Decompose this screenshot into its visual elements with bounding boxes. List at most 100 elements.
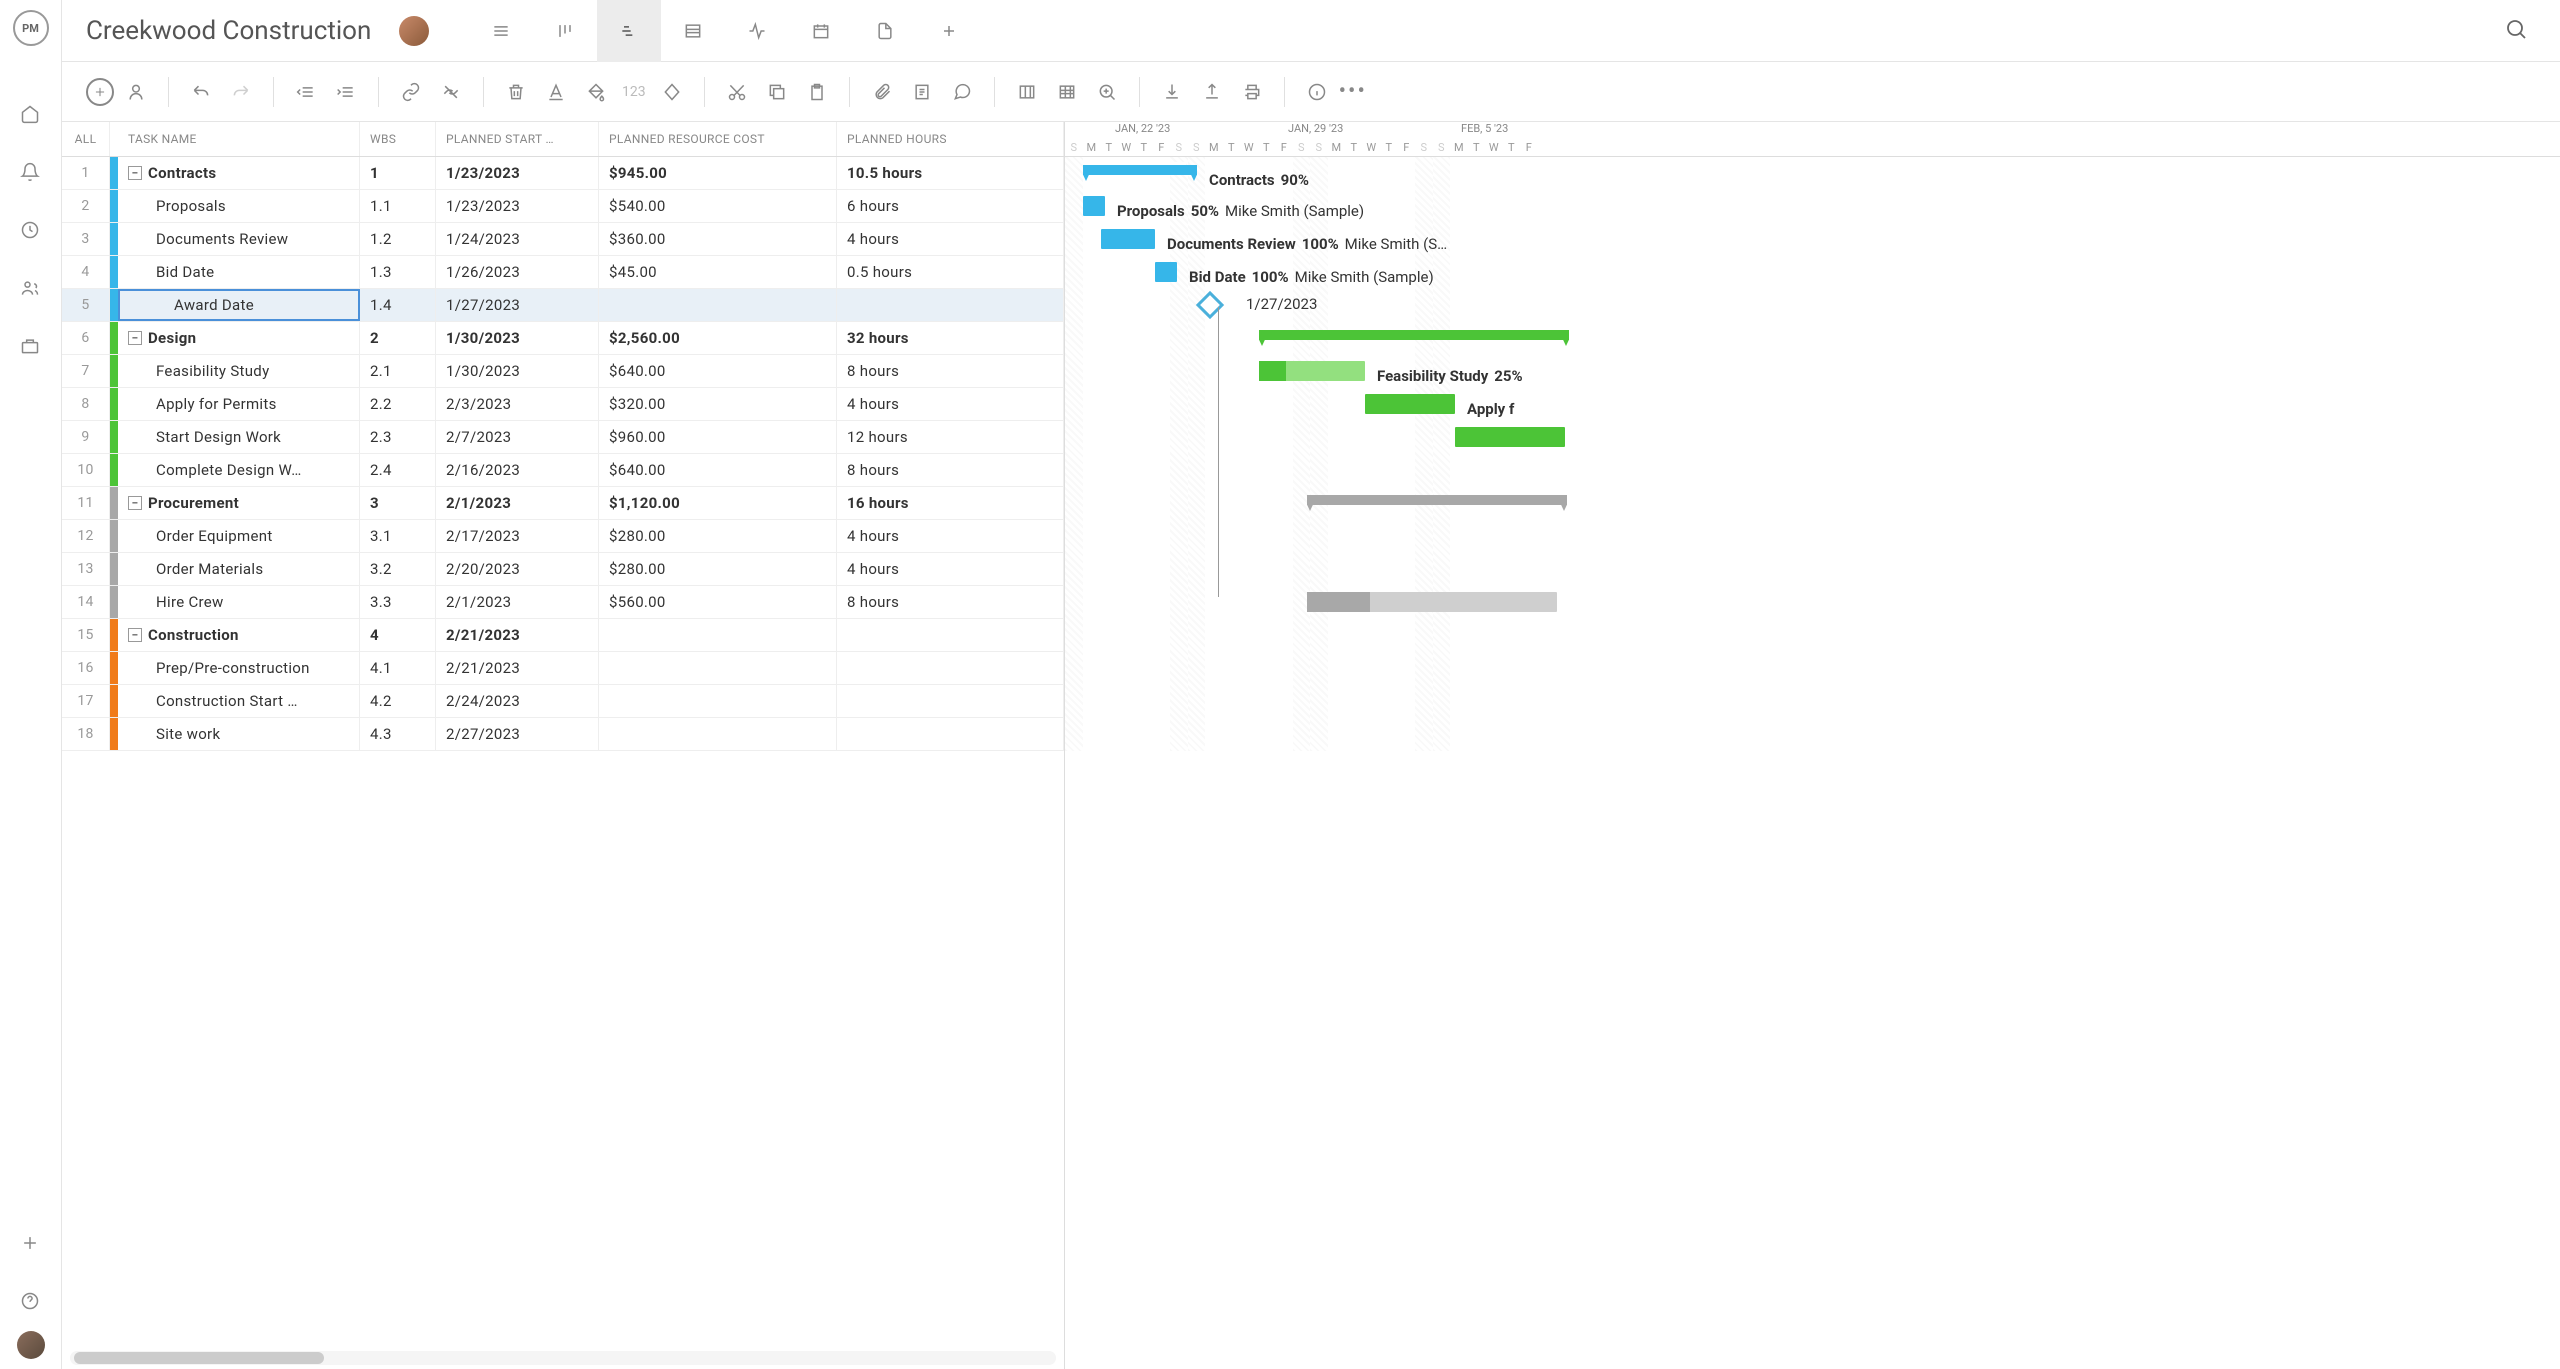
cell-start[interactable]: 2/21/2023: [436, 652, 599, 684]
app-logo[interactable]: PM: [13, 10, 49, 46]
cell-hours[interactable]: 4 hours: [837, 520, 1064, 552]
cell-start[interactable]: 1/27/2023: [436, 289, 599, 321]
cell-cost[interactable]: $320.00: [599, 388, 837, 420]
help-icon[interactable]: [20, 1291, 42, 1313]
cell-cost[interactable]: [599, 619, 837, 651]
columns-button[interactable]: [1009, 74, 1045, 110]
outdent-button[interactable]: [288, 74, 324, 110]
number-format-button[interactable]: 123: [618, 84, 650, 100]
cell-wbs[interactable]: 4.1: [360, 652, 436, 684]
cell-hours[interactable]: 8 hours: [837, 454, 1064, 486]
table-row[interactable]: 8Apply for Permits2.22/3/2023$320.004 ho…: [62, 388, 1064, 421]
gantt-bar[interactable]: Documents Review100%Mike Smith (S…: [1101, 229, 1155, 249]
grid-button[interactable]: [1049, 74, 1085, 110]
view-add-icon[interactable]: [917, 0, 981, 62]
table-row[interactable]: 16Prep/Pre-construction4.12/21/2023: [62, 652, 1064, 685]
gantt-row[interactable]: Documents Review100%Mike Smith (S…: [1065, 223, 2560, 256]
view-list-icon[interactable]: [469, 0, 533, 62]
task-name-cell[interactable]: Order Equipment: [118, 520, 360, 552]
cell-start[interactable]: 2/17/2023: [436, 520, 599, 552]
import-button[interactable]: [1154, 74, 1190, 110]
cell-hours[interactable]: 4 hours: [837, 553, 1064, 585]
cell-start[interactable]: 1/26/2023: [436, 256, 599, 288]
cell-start[interactable]: 2/16/2023: [436, 454, 599, 486]
task-name-cell[interactable]: Proposals: [118, 190, 360, 222]
cell-wbs[interactable]: 4: [360, 619, 436, 651]
table-row[interactable]: 18Site work4.32/27/2023: [62, 718, 1064, 751]
copy-button[interactable]: [759, 74, 795, 110]
clock-icon[interactable]: [20, 220, 42, 242]
attachment-button[interactable]: [864, 74, 900, 110]
cell-wbs[interactable]: 4.3: [360, 718, 436, 750]
cell-wbs[interactable]: 2.1: [360, 355, 436, 387]
cell-wbs[interactable]: 2.2: [360, 388, 436, 420]
gantt-bar[interactable]: Proposals50%Mike Smith (Sample): [1083, 196, 1105, 216]
indent-button[interactable]: [328, 74, 364, 110]
task-name-cell[interactable]: −Construction: [118, 619, 360, 651]
cell-start[interactable]: 1/30/2023: [436, 355, 599, 387]
milestone-button[interactable]: [654, 74, 690, 110]
delete-button[interactable]: [498, 74, 534, 110]
gantt-row[interactable]: Proposals50%Mike Smith (Sample): [1065, 190, 2560, 223]
table-row[interactable]: 7Feasibility Study2.11/30/2023$640.008 h…: [62, 355, 1064, 388]
link-button[interactable]: [393, 74, 429, 110]
table-row[interactable]: 11−Procurement32/1/2023$1,120.0016 hours: [62, 487, 1064, 520]
cell-wbs[interactable]: 3.1: [360, 520, 436, 552]
gantt-bar[interactable]: Feasibility Study25%: [1259, 361, 1365, 381]
cell-cost[interactable]: $360.00: [599, 223, 837, 255]
cell-cost[interactable]: $640.00: [599, 454, 837, 486]
table-row[interactable]: 4Bid Date1.31/26/2023$45.000.5 hours: [62, 256, 1064, 289]
briefcase-icon[interactable]: [20, 336, 42, 358]
print-button[interactable]: [1234, 74, 1270, 110]
col-header-hours[interactable]: PLANNED HOURS: [837, 122, 1064, 156]
cell-wbs[interactable]: 2.4: [360, 454, 436, 486]
task-name-cell[interactable]: −Contracts: [118, 157, 360, 189]
col-header-cost[interactable]: PLANNED RESOURCE COST: [599, 122, 837, 156]
cell-cost[interactable]: $280.00: [599, 553, 837, 585]
gantt-row[interactable]: Bid Date100%Mike Smith (Sample): [1065, 256, 2560, 289]
cell-hours[interactable]: 16 hours: [837, 487, 1064, 519]
redo-button[interactable]: [223, 74, 259, 110]
task-name-cell[interactable]: Apply for Permits: [118, 388, 360, 420]
task-name-cell[interactable]: Site work: [118, 718, 360, 750]
col-header-start[interactable]: PLANNED START …: [436, 122, 599, 156]
cell-hours[interactable]: [837, 289, 1064, 321]
task-name-cell[interactable]: Documents Review: [118, 223, 360, 255]
cell-hours[interactable]: 12 hours: [837, 421, 1064, 453]
cell-wbs[interactable]: 1.2: [360, 223, 436, 255]
cell-start[interactable]: 1/23/2023: [436, 190, 599, 222]
cell-start[interactable]: 2/20/2023: [436, 553, 599, 585]
cell-cost[interactable]: $45.00: [599, 256, 837, 288]
view-sheet-icon[interactable]: [661, 0, 725, 62]
cell-wbs[interactable]: 1.3: [360, 256, 436, 288]
gantt-milestone[interactable]: [1196, 291, 1224, 319]
notes-button[interactable]: [904, 74, 940, 110]
view-gantt-icon[interactable]: [597, 0, 661, 62]
task-name-cell[interactable]: Complete Design W…: [118, 454, 360, 486]
comment-button[interactable]: [944, 74, 980, 110]
task-name-cell[interactable]: Feasibility Study: [118, 355, 360, 387]
gantt-bar[interactable]: Bid Date100%Mike Smith (Sample): [1155, 262, 1177, 282]
user-avatar[interactable]: [17, 1331, 45, 1359]
gantt-row[interactable]: 1/27/2023: [1065, 289, 2560, 322]
cell-wbs[interactable]: 1.1: [360, 190, 436, 222]
table-row[interactable]: 13Order Materials3.22/20/2023$280.004 ho…: [62, 553, 1064, 586]
cell-cost[interactable]: [599, 289, 837, 321]
cell-hours[interactable]: 8 hours: [837, 355, 1064, 387]
zoom-button[interactable]: [1089, 74, 1125, 110]
task-name-cell[interactable]: Construction Start …: [118, 685, 360, 717]
gantt-row[interactable]: Apply f: [1065, 388, 2560, 421]
cell-hours[interactable]: [837, 685, 1064, 717]
add-task-button[interactable]: [86, 78, 114, 106]
cell-cost[interactable]: [599, 718, 837, 750]
task-name-cell[interactable]: Hire Crew: [118, 586, 360, 618]
cell-start[interactable]: 2/3/2023: [436, 388, 599, 420]
gantt-bar[interactable]: [1307, 592, 1557, 612]
gantt-bar[interactable]: [1307, 495, 1567, 505]
col-header-wbs[interactable]: WBS: [360, 122, 436, 156]
cell-hours[interactable]: 0.5 hours: [837, 256, 1064, 288]
collapse-icon[interactable]: −: [128, 331, 142, 345]
info-button[interactable]: [1299, 74, 1335, 110]
gantt-row[interactable]: [1065, 586, 2560, 619]
cell-start[interactable]: 2/1/2023: [436, 487, 599, 519]
